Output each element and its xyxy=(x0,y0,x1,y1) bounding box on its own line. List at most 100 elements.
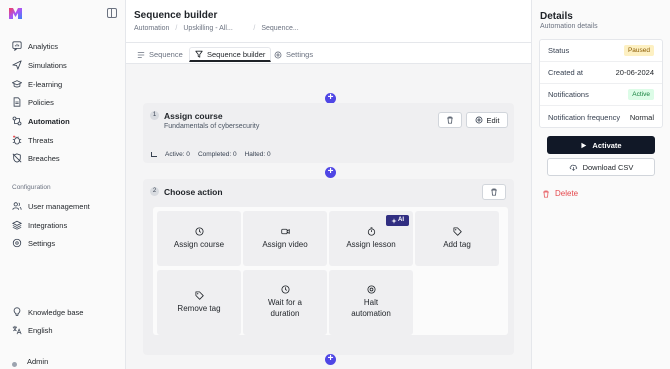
main-content: Sequence builder Automation / Upskilling… xyxy=(126,0,531,369)
sidebar-item-analytics[interactable]: Analytics xyxy=(12,39,58,53)
step-subtitle: Fundamentals of cybersecurity xyxy=(164,123,260,130)
graduation-cap-icon xyxy=(12,80,22,88)
sidebar-item-user-management[interactable]: User management xyxy=(12,199,90,213)
sidebar-item-label: User management xyxy=(28,201,90,211)
tab-settings[interactable]: Settings xyxy=(269,47,318,62)
step-card-assign-course[interactable]: 1 Assign course Fundamentals of cybersec… xyxy=(143,103,514,163)
details-panel: Details Automation details Status Paused… xyxy=(531,0,670,369)
delete-step-button[interactable] xyxy=(438,112,462,128)
sidebar-item-label: Analytics xyxy=(28,41,59,51)
cloud-download-icon xyxy=(569,164,577,171)
add-step-button[interactable]: + xyxy=(325,167,336,178)
detail-value: Normal xyxy=(629,112,654,122)
send-icon xyxy=(12,60,22,70)
add-step-button[interactable]: + xyxy=(325,354,336,365)
step-card-choose-action: 2 Choose action Assign course Assign vid… xyxy=(143,179,514,355)
gear-icon xyxy=(274,51,282,58)
sparkle-icon xyxy=(391,217,397,224)
delete-step-button[interactable] xyxy=(482,184,506,200)
action-label: Wait for a duration xyxy=(268,298,302,318)
sidebar-item-label: Integrations xyxy=(28,220,68,230)
sidebar-item-e-learning[interactable]: E-learning xyxy=(12,77,62,91)
sidebar-item-simulations[interactable]: Simulations xyxy=(12,58,67,72)
download-csv-button[interactable]: Download CSV xyxy=(547,158,655,176)
sidebar-item-settings[interactable]: Settings xyxy=(12,236,55,250)
action-assign-course[interactable]: Assign course xyxy=(157,211,241,266)
lightbulb-icon xyxy=(13,307,21,316)
video-icon xyxy=(280,228,290,234)
avatar xyxy=(12,362,17,367)
action-assign-video[interactable]: Assign video xyxy=(243,211,327,266)
breadcrumb-separator: / xyxy=(253,25,256,32)
language-icon xyxy=(12,325,22,335)
sidebar-item-label: Policies xyxy=(28,97,54,107)
sidebar-item-threats[interactable]: Threats xyxy=(12,133,53,147)
sidebar: Analytics Simulations E-learning Policie… xyxy=(0,0,126,369)
sidebar-item-label: English xyxy=(28,325,53,335)
trash-icon xyxy=(543,190,549,198)
tab-sequence-builder[interactable]: Sequence builder xyxy=(189,47,272,62)
tab-label: Sequence xyxy=(149,50,183,59)
step-title: Assign course xyxy=(164,111,223,121)
sidebar-item-breaches[interactable]: Breaches xyxy=(12,151,60,165)
ai-badge: AI xyxy=(386,215,409,226)
breadcrumb-item[interactable]: Upskilling - All... xyxy=(183,25,247,32)
tab-label: Settings xyxy=(286,50,314,59)
gear-icon xyxy=(12,238,22,248)
action-grid: Assign course Assign video AI Assign les… xyxy=(153,207,508,335)
step-number: 1 xyxy=(150,111,159,120)
sidebar-item-integrations[interactable]: Integrations xyxy=(12,218,67,232)
user-profile[interactable]: Admin xyxy=(12,355,48,367)
sidebar-item-language[interactable]: English xyxy=(12,323,53,337)
clock-icon xyxy=(194,227,204,236)
sidebar-item-label: Automation xyxy=(28,116,70,126)
action-wait-for-duration[interactable]: Wait for a duration xyxy=(243,270,327,335)
user-name: Admin xyxy=(27,356,49,366)
sidebar-item-label: Threats xyxy=(28,135,54,145)
sidebar-item-label: Simulations xyxy=(28,60,67,70)
document-icon xyxy=(13,97,21,107)
sidebar-toggle-icon[interactable] xyxy=(107,8,117,18)
edit-step-button[interactable]: Edit xyxy=(466,112,508,128)
bar-chart-icon xyxy=(151,152,157,157)
action-label: Assign course xyxy=(173,239,225,249)
action-label: Halt automation xyxy=(351,298,391,318)
action-assign-lesson[interactable]: AI Assign lesson xyxy=(329,211,413,266)
breadcrumb-item[interactable]: Automation xyxy=(134,25,169,32)
play-icon xyxy=(581,142,587,148)
sidebar-item-automation[interactable]: Automation xyxy=(12,114,70,128)
section-label-configuration: Configuration xyxy=(12,184,51,191)
detail-row-notification-frequency: Notification frequency Normal xyxy=(540,106,662,128)
action-halt-automation[interactable]: Halt automation xyxy=(329,270,413,335)
detail-label: Notifications xyxy=(548,90,589,99)
stat-active: Active: 0 xyxy=(165,151,190,158)
tag-icon xyxy=(452,227,462,236)
list-icon xyxy=(137,51,145,58)
action-label: Assign video xyxy=(262,239,308,249)
detail-row-created-at: Created at 20-06-2024 xyxy=(540,62,662,84)
details-title: Details xyxy=(540,11,573,22)
sidebar-item-policies[interactable]: Policies xyxy=(12,95,54,109)
notifications-badge: Active xyxy=(628,89,654,100)
breadcrumb-separator: / xyxy=(175,25,178,32)
activate-button[interactable]: Activate xyxy=(547,136,655,154)
action-remove-tag[interactable]: Remove tag xyxy=(157,270,241,335)
step-number: 2 xyxy=(150,187,159,196)
tab-sequence[interactable]: Sequence xyxy=(132,47,188,62)
shield-off-icon xyxy=(12,153,22,163)
bug-icon xyxy=(12,135,22,145)
tag-icon xyxy=(194,291,204,300)
trash-icon xyxy=(491,188,497,196)
sidebar-item-knowledge-base[interactable]: Knowledge base xyxy=(12,305,83,319)
details-list: Status Paused Created at 20-06-2024 Noti… xyxy=(539,39,663,128)
delete-automation-button[interactable]: Delete xyxy=(542,189,578,198)
action-add-tag[interactable]: Add tag xyxy=(415,211,499,266)
detail-label: Created at xyxy=(548,68,584,77)
timer-icon xyxy=(367,226,375,236)
chat-chart-icon xyxy=(12,41,22,51)
page-title: Sequence builder xyxy=(134,10,218,21)
stat-halted: Halted: 0 xyxy=(244,151,271,158)
brand-logo[interactable] xyxy=(8,7,23,20)
detail-label: Status xyxy=(548,46,570,55)
workflow-icon xyxy=(12,116,22,126)
